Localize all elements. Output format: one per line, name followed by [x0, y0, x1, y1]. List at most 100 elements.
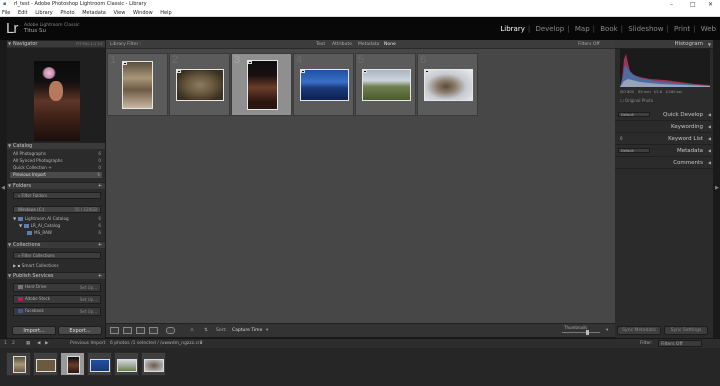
sync-settings-button[interactable]: Sync Settings	[664, 326, 708, 335]
filmstrip-thumb-5[interactable]	[114, 352, 139, 376]
thumbnail-dog-snow	[424, 69, 473, 101]
catalog-item-quick-collection[interactable]: Quick Collection +0	[13, 165, 101, 171]
folder-icon	[27, 231, 32, 235]
module-picker: Library | Develop | Map | Book | Slideshow | …	[500, 25, 716, 33]
filmstrip-thumb-3-selected[interactable]	[60, 352, 85, 376]
navigator-zoom-options[interactable]: FIT FILL 1:1 3:1	[76, 41, 103, 47]
folders-header[interactable]: ▼ Folders +	[7, 182, 105, 189]
filmstrip	[0, 348, 720, 386]
right-panel-toggle-icon[interactable]: ▶	[714, 185, 720, 191]
export-button[interactable]: Export...	[58, 326, 102, 335]
chevron-down-icon[interactable]: ▾	[266, 324, 268, 338]
menu-help[interactable]: Help	[160, 10, 171, 16]
sort-direction-icon[interactable]: ⇅	[204, 324, 208, 338]
catalog-item-all-synced[interactable]: All Synced Photographs 0	[13, 158, 101, 164]
thumbnail-size-slider-handle[interactable]	[586, 330, 589, 335]
filmstrip-filter-dropdown[interactable]: Filters Off	[658, 340, 702, 347]
module-slideshow[interactable]: Slideshow	[628, 25, 663, 33]
filter-collections-input[interactable]: ⌕ Filter Collections	[13, 252, 101, 259]
filmstrip-thumb-1[interactable]	[6, 352, 31, 376]
module-web[interactable]: Web	[701, 25, 716, 33]
histogram-header[interactable]: Histogram ▼	[615, 40, 713, 49]
navigator-preview[interactable]	[7, 48, 105, 143]
grid-view-icon[interactable]	[110, 327, 119, 334]
left-panel: ▼ Navigator FIT FILL 1:1 3:1 ▼ Catalog All…	[7, 40, 105, 338]
filter-preset-dropdown[interactable]: Filters Off	[578, 40, 600, 49]
toolbar-menu-icon[interactable]: ▾	[606, 324, 608, 338]
close-icon[interactable]: ✕	[708, 0, 713, 9]
menu-library[interactable]: Library	[35, 10, 52, 16]
publish-hard-drive[interactable]: Hard Drive Set Up...	[13, 283, 101, 292]
quick-develop-preset-dropdown[interactable]: Default	[618, 112, 650, 117]
filter-text[interactable]: Text	[316, 40, 325, 49]
import-button[interactable]: Import...	[12, 326, 56, 335]
survey-view-icon[interactable]	[149, 327, 158, 334]
grid-cell-2[interactable]: 2	[169, 53, 230, 116]
keywording-header[interactable]: Keywording ◀	[615, 121, 713, 133]
menu-view[interactable]: View	[113, 10, 125, 16]
left-panel-toggle-icon[interactable]: ◀	[0, 185, 6, 191]
menu-bar: File Edit Library Photo Metadata View Wi…	[0, 9, 720, 17]
collections-header[interactable]: ▼ Collections +	[7, 241, 105, 248]
grid-cell-4[interactable]: 4	[293, 53, 354, 116]
raw-badge-icon	[363, 70, 367, 73]
add-publish-icon[interactable]: +	[98, 273, 102, 279]
window-title-bar: ▪ rl_test - Adobe Photoshop Lightroom Cl…	[0, 0, 720, 9]
sort-label: Sort:	[216, 328, 227, 333]
navigator-header[interactable]: ▼ Navigator FIT FILL 1:1 3:1	[7, 40, 105, 47]
original-photo-checkbox[interactable]: ☐ Original Photo	[620, 98, 653, 103]
publish-facebook[interactable]: Facebook Set Up...	[13, 307, 101, 316]
module-book[interactable]: Book	[600, 25, 617, 33]
identity-plate: Lr Adobe Lightroom Classic Titus Su Libr…	[0, 17, 720, 40]
grid-cell-1[interactable]: 1	[107, 53, 168, 116]
menu-photo[interactable]: Photo	[60, 10, 74, 16]
add-folder-icon[interactable]: +	[98, 183, 102, 189]
catalog-header[interactable]: ▼ Catalog	[7, 142, 105, 149]
grid-cell-6[interactable]: 6	[417, 53, 478, 116]
collection-item-smart[interactable]: ▶ ▪ Smart Collections	[13, 263, 101, 269]
painter-icon[interactable]: ♙	[190, 324, 194, 338]
minimize-icon[interactable]: –	[670, 0, 673, 9]
filter-none[interactable]: None	[384, 40, 396, 49]
raw-badge-icon	[248, 61, 252, 64]
publish-adobe-stock[interactable]: Adobe Stock Set Up...	[13, 295, 101, 304]
module-map[interactable]: Map	[575, 25, 590, 33]
filter-metadata[interactable]: Metadata	[358, 40, 379, 49]
add-collection-icon[interactable]: +	[98, 242, 102, 248]
folder-item[interactable]: MS_RAW 6	[13, 230, 101, 236]
folder-icon	[17, 217, 23, 221]
publish-services-header[interactable]: ▼ Publish Services +	[7, 272, 105, 279]
window-title: rl_test - Adobe Photoshop Lightroom Clas…	[14, 1, 147, 7]
filmstrip-thumb-6[interactable]	[141, 352, 166, 376]
module-print[interactable]: Print	[674, 25, 690, 33]
folder-item[interactable]: ▼ Lightroom AI Catalog 6	[13, 216, 101, 222]
people-view-icon[interactable]	[166, 327, 175, 334]
volume-windows-c[interactable]: Windows (C:) 55 / 120GB	[13, 206, 101, 213]
catalog-item-all-photographs[interactable]: All Photographs 6	[13, 151, 101, 157]
maximize-icon[interactable]: □	[690, 0, 696, 9]
sort-dropdown[interactable]: Capture Time	[232, 324, 262, 338]
module-library[interactable]: Library	[500, 25, 524, 33]
filmstrip-thumb-4[interactable]	[87, 352, 112, 376]
keyword-list-header[interactable]: Keyword List ◀	[615, 133, 713, 145]
menu-file[interactable]: File	[2, 10, 10, 16]
grid-cell-5[interactable]: 5	[355, 53, 416, 116]
thumbnail-portrait	[247, 60, 278, 110]
filter-folders-input[interactable]: ⌕ Filter Folders	[13, 192, 101, 199]
folder-item[interactable]: ▼ LR_AI_Catalog 6	[13, 223, 101, 229]
menu-metadata[interactable]: Metadata	[82, 10, 106, 16]
comments-header[interactable]: Comments ◀	[615, 157, 713, 169]
loupe-view-icon[interactable]	[123, 327, 132, 334]
menu-edit[interactable]: Edit	[18, 10, 28, 16]
grid-cell-3-selected[interactable]: 3	[231, 53, 292, 116]
compare-view-icon[interactable]	[136, 327, 145, 334]
adobe-stock-icon	[18, 297, 23, 301]
thumbnail-size-slider[interactable]	[562, 332, 600, 333]
sync-metadata-button[interactable]: Sync Metadata	[617, 326, 661, 335]
filter-attribute[interactable]: Attribute	[332, 40, 352, 49]
filmstrip-thumb-2[interactable]	[33, 352, 58, 376]
catalog-item-previous-import[interactable]: Previous Import 6	[10, 172, 102, 178]
module-develop[interactable]: Develop	[535, 25, 564, 33]
menu-window[interactable]: Window	[133, 10, 153, 16]
metadata-preset-dropdown[interactable]: Default	[618, 148, 650, 153]
